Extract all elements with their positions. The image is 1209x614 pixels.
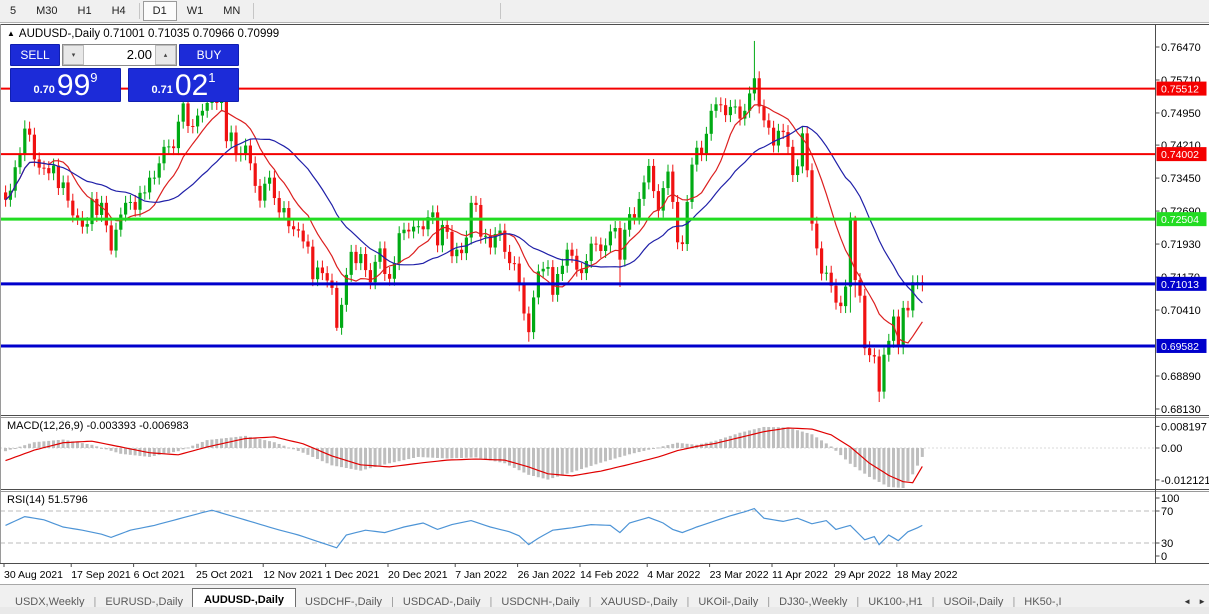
svg-text:0.71013: 0.71013	[1161, 279, 1199, 291]
moving-average-line-24	[6, 126, 923, 303]
date-tick-label: 6 Oct 2021	[134, 569, 186, 581]
volume-decrease-icon[interactable]: ▾	[63, 45, 84, 65]
rsi-tick-label: 0	[1161, 551, 1167, 563]
buy-price-sup: 1	[208, 70, 215, 85]
moving-average-line-10	[6, 105, 923, 343]
sell-price-big: 99	[57, 72, 90, 100]
price-badge-0.74002: 0.74002	[1157, 147, 1207, 161]
price-badge-0.71013: 0.71013	[1157, 277, 1207, 291]
date-tick-label: 20 Dec 2021	[388, 569, 448, 581]
macd-tick-label: 0.00	[1161, 443, 1182, 455]
price-axis: 0.764700.757100.749500.742100.734500.726…	[1156, 42, 1201, 416]
sell-price-sup: 9	[90, 70, 97, 85]
sell-button[interactable]: SELL	[10, 44, 60, 66]
rsi-indicator-label: RSI(14) 51.5796	[7, 494, 88, 506]
price-tick-label: 0.68130	[1161, 404, 1201, 416]
date-tick-label: 18 May 2022	[897, 569, 958, 581]
date-tick-label: 11 Apr 2022	[772, 569, 828, 581]
buy-price-prefix: 0.71	[151, 84, 172, 96]
macd-indicator-label: MACD(12,26,9) -0.003393 -0.006983	[7, 420, 189, 432]
price-badge-0.69582: 0.69582	[1157, 339, 1207, 353]
sell-price-prefix: 0.70	[33, 84, 54, 96]
svg-text:0.74002: 0.74002	[1161, 149, 1199, 161]
rsi-tick-label: 30	[1161, 538, 1173, 550]
volume-increase-icon[interactable]: ▴	[155, 45, 176, 65]
macd-tick-label: 0.008197	[1161, 421, 1207, 433]
price-tick-label: 0.68890	[1161, 371, 1201, 383]
price-badge-0.75512: 0.75512	[1157, 82, 1207, 96]
buy-price-big: 02	[175, 72, 208, 100]
date-tick-label: 26 Jan 2022	[518, 569, 576, 581]
date-tick-label: 14 Feb 2022	[580, 569, 639, 581]
date-tick-label: 4 Mar 2022	[647, 569, 700, 581]
price-tick-label: 0.71930	[1161, 239, 1201, 251]
price-tick-label: 0.76470	[1161, 42, 1201, 54]
date-tick-label: 7 Jan 2022	[455, 569, 507, 581]
window-collapse-icon[interactable]: ▲	[7, 29, 15, 38]
price-badge-0.72504: 0.72504	[1157, 212, 1207, 226]
date-tick-label: 30 Aug 2021	[4, 569, 63, 581]
date-tick-label: 25 Oct 2021	[196, 569, 253, 581]
svg-text:0.72504: 0.72504	[1161, 214, 1199, 226]
sell-price-box[interactable]: 0.70999	[10, 68, 121, 102]
chart-title-text: AUDUSD-,Daily 0.71001 0.71035 0.70966 0.…	[19, 28, 279, 40]
macd-tick-label: -0.012121	[1161, 475, 1209, 487]
buy-price-box[interactable]: 0.71021	[128, 68, 239, 102]
volume-input[interactable]: 2.00	[84, 45, 155, 65]
buy-button[interactable]: BUY	[179, 44, 239, 66]
one-click-trade-panel: SELL ▾ 2.00 ▴ BUY 0.70999 0.71021	[10, 44, 239, 102]
svg-text:0.69582: 0.69582	[1161, 341, 1199, 353]
price-tick-label: 0.74950	[1161, 108, 1201, 120]
date-tick-label: 12 Nov 2021	[263, 569, 323, 581]
macd-histogram	[4, 427, 924, 488]
rsi-tick-label: 70	[1161, 506, 1173, 518]
chart-title: ▲ AUDUSD-,Daily 0.71001 0.71035 0.70966 0…	[7, 28, 279, 40]
date-tick-label: 23 Mar 2022	[710, 569, 769, 581]
macd-signal-line	[6, 428, 923, 483]
date-tick-label: 1 Dec 2021	[326, 569, 380, 581]
price-tick-label: 0.73450	[1161, 173, 1201, 185]
date-tick-label: 29 Apr 2022	[834, 569, 891, 581]
rsi-line	[6, 509, 923, 548]
price-tick-label: 0.70410	[1161, 305, 1201, 317]
volume-spinner: ▾ 2.00 ▴	[62, 44, 177, 66]
date-tick-label: 17 Sep 2021	[71, 569, 131, 581]
svg-text:0.75512: 0.75512	[1161, 84, 1199, 96]
rsi-tick-label: 100	[1161, 493, 1179, 505]
